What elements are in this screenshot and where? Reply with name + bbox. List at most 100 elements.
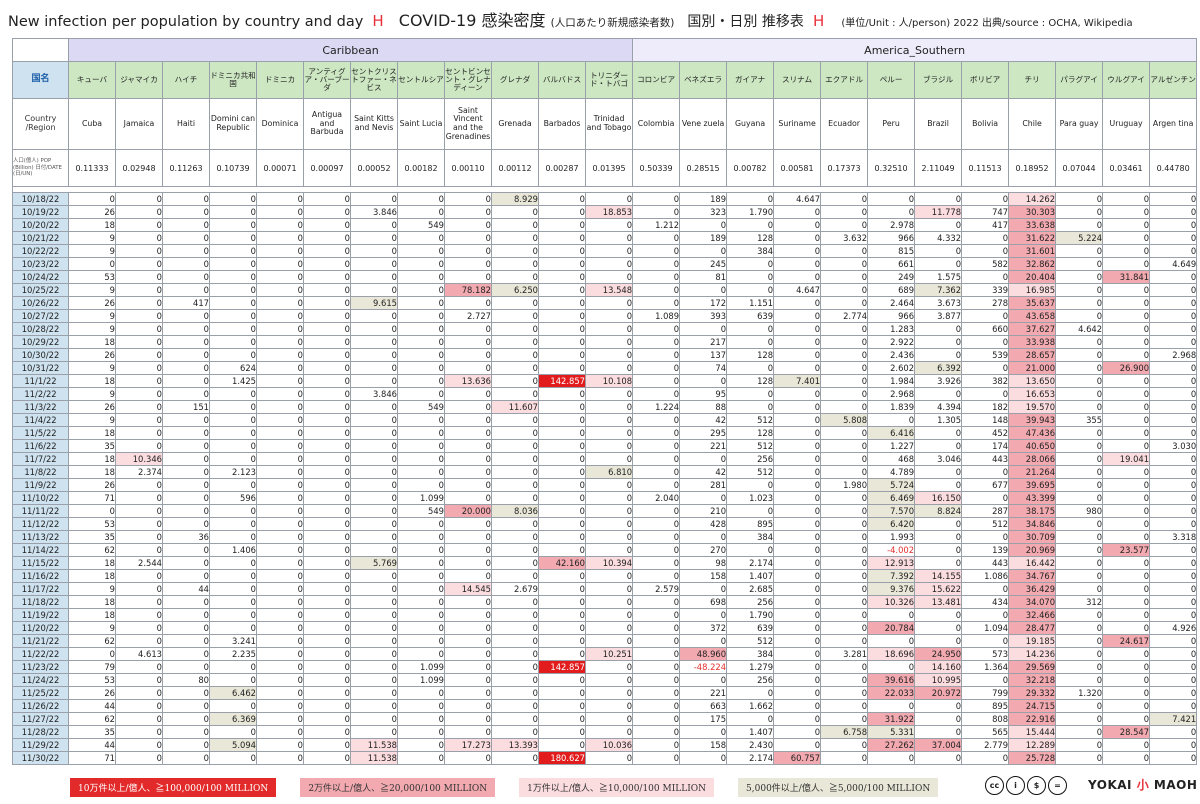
table-cell: 0 (914, 257, 963, 271)
table-cell: 0 (538, 478, 586, 492)
brand-left: YOKAI (1088, 778, 1133, 792)
table-cell: 48.960 (679, 647, 728, 661)
country-population: 0.07044 (1055, 149, 1104, 187)
table-cell: 0 (491, 465, 539, 479)
table-cell: 0 (303, 387, 351, 401)
table-cell: 44 (68, 699, 116, 713)
infection-table: Caribbean America_Southern 国名 キューバ ジャマイカハ… (11, 38, 1198, 765)
table-cell: 0 (397, 647, 445, 661)
table-cell: 0 (444, 660, 492, 674)
table-cell: 221 (679, 439, 728, 453)
table-cell: 0 (491, 478, 539, 492)
table-cell: -48.224 (679, 660, 728, 674)
table-cell: 0 (209, 725, 257, 739)
table-cell: 0 (444, 621, 492, 635)
table-cell: 0 (444, 192, 492, 206)
table-row: 11/9/22 26 0 0 0 0 0 0 0 0 0 0 0 0 281 0 0 1.980 5.724 0 677… (12, 478, 1198, 492)
table-cell: 9 (68, 309, 116, 323)
row-date: 11/15/22 (12, 556, 69, 570)
table-cell: 0 (444, 335, 492, 349)
table-cell: 1.099 (397, 673, 445, 687)
table-cell: 0 (397, 608, 445, 622)
table-cell: 0 (303, 543, 351, 557)
table-cell: 0 (679, 244, 728, 258)
table-cell: 0 (115, 205, 163, 219)
table-cell: 0 (209, 296, 257, 310)
row-date: 10/21/22 (12, 231, 69, 245)
table-row: 11/2/22 9 0 0 0 0 0 3.846 0 0 0 0 0 0 95 0 0 0 2.968 0 0 16.6… (12, 387, 1198, 401)
row-date: 11/24/22 (12, 673, 69, 687)
table-cell: 0 (162, 309, 210, 323)
table-cell: 0 (538, 465, 586, 479)
table-cell: 10.995 (914, 673, 963, 687)
table-cell: 0 (632, 413, 681, 427)
table-cell: 0 (444, 348, 492, 362)
table-cell: 0 (632, 348, 681, 362)
table-cell: 0 (632, 660, 681, 674)
table-cell: 14.160 (914, 660, 963, 674)
table-cell: 0 (820, 634, 869, 648)
country-name-en: Saint Lucia (397, 98, 445, 150)
table-cell: 0 (1149, 309, 1198, 323)
table-cell: 35 (68, 725, 116, 739)
table-cell: 0 (350, 517, 398, 531)
table-cell: 174 (961, 439, 1010, 453)
table-cell: 25.728 (1008, 751, 1057, 765)
table-cell: 40.650 (1008, 439, 1057, 453)
table-cell: 11.607 (491, 400, 539, 414)
table-cell: 0 (303, 595, 351, 609)
table-cell: 0 (162, 699, 210, 713)
table-cell: 0 (491, 699, 539, 713)
table-cell: 1.364 (961, 660, 1010, 674)
country-name-en: Peru (867, 98, 916, 150)
table-cell: 0 (632, 231, 681, 245)
table-cell: 0 (1102, 465, 1151, 479)
table-row: 11/13/22 35 0 36 0 0 0 0 0 0 0 0 0 0 0 384 0 0 1.993 0 0 30.7… (12, 530, 1198, 544)
table-cell: 0 (867, 205, 916, 219)
table-cell: 0 (584, 725, 634, 739)
table-cell: 0 (538, 413, 586, 427)
table-cell: 0 (584, 270, 634, 284)
table-cell: 0 (209, 504, 257, 518)
table-cell: 39.695 (1008, 478, 1057, 492)
table-cell: 32.862 (1008, 257, 1057, 271)
table-cell: 0 (914, 621, 963, 635)
table-row: 10/20/22 18 0 0 0 0 0 0 549 0 0 0 0 1.212 0 0 0 0 2.978 0 41… (12, 218, 1198, 232)
table-cell: 0 (209, 205, 257, 219)
table-cell: 0 (444, 634, 492, 648)
table-cell: 16.653 (1008, 387, 1057, 401)
table-cell: 0 (256, 595, 304, 609)
table-cell: 0 (773, 673, 822, 687)
table-cell: 0 (350, 452, 398, 466)
country-population: 0.00110 (444, 149, 492, 187)
table-cell: 33.638 (1008, 218, 1057, 232)
table-cell: 0 (914, 634, 963, 648)
table-cell: 182 (961, 400, 1010, 414)
table-cell: 0 (303, 608, 351, 622)
table-cell: 0 (538, 205, 586, 219)
table-cell: 0 (397, 244, 445, 258)
row-date: 11/2/22 (12, 387, 69, 401)
table-cell: 0 (115, 257, 163, 271)
country-name-jp: アルゼンチン (1149, 61, 1198, 99)
table-cell: 0 (820, 192, 869, 206)
table-cell: 0 (444, 400, 492, 414)
country-population: 0.00112 (491, 149, 539, 187)
table-cell: 0 (68, 257, 116, 271)
table-cell: 0 (538, 634, 586, 648)
table-cell: 0 (491, 673, 539, 687)
table-cell: 0 (162, 413, 210, 427)
table-cell: 22.916 (1008, 712, 1057, 726)
table-cell: 0 (397, 569, 445, 583)
table-cell: 0 (162, 270, 210, 284)
table-cell: 323 (679, 205, 728, 219)
table-cell: 0 (1102, 530, 1151, 544)
table-cell: 0 (1055, 244, 1104, 258)
table-cell: 0 (1055, 569, 1104, 583)
country-population: 0.00287 (538, 149, 586, 187)
table-cell: 0 (632, 296, 681, 310)
table-cell: 128 (726, 231, 775, 245)
table-cell: 295 (679, 426, 728, 440)
table-cell: 0 (1149, 608, 1198, 622)
country-name-jp: ベネズエラ (679, 61, 728, 99)
